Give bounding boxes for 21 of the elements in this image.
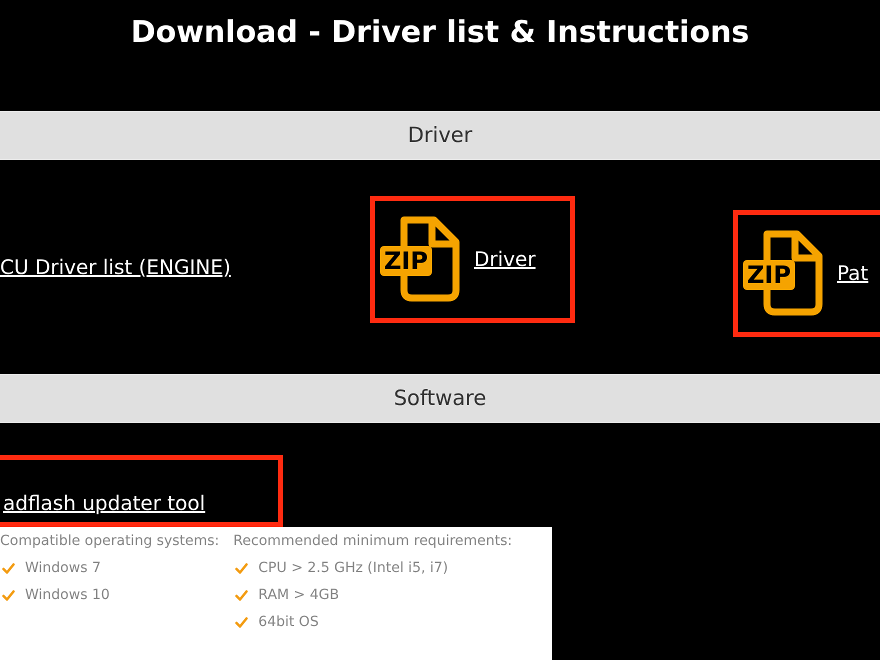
zip-label: ZIP (380, 246, 432, 276)
requirement-item: Windows 10 (25, 586, 110, 605)
section-header: Driver (0, 111, 880, 160)
check-icon (2, 563, 15, 574)
download-link[interactable]: Driver (474, 244, 536, 274)
driver-list-link[interactable]: CU Driver list (ENGINE) (0, 252, 231, 282)
requirements-heading: Compatible operating systems: (0, 532, 220, 551)
requirement-item: 64bit OS (258, 613, 319, 632)
requirement-item: CPU > 2.5 GHz (Intel i5, i7) (258, 559, 448, 578)
section-header: Software (0, 374, 880, 423)
check-icon (235, 590, 248, 601)
check-icon (235, 617, 248, 628)
download-link[interactable]: Pat (837, 258, 868, 288)
zip-label: ZIP (743, 260, 795, 290)
page-title: Download - Driver list & Instructions (130, 14, 750, 52)
requirement-item: Windows 7 (25, 559, 101, 578)
requirement-item: RAM > 4GB (258, 586, 340, 605)
check-icon (2, 590, 15, 601)
tool-link[interactable]: adflash updater tool (3, 488, 206, 518)
requirements-heading: Recommended minimum requirements: (233, 532, 512, 551)
check-icon (235, 563, 248, 574)
